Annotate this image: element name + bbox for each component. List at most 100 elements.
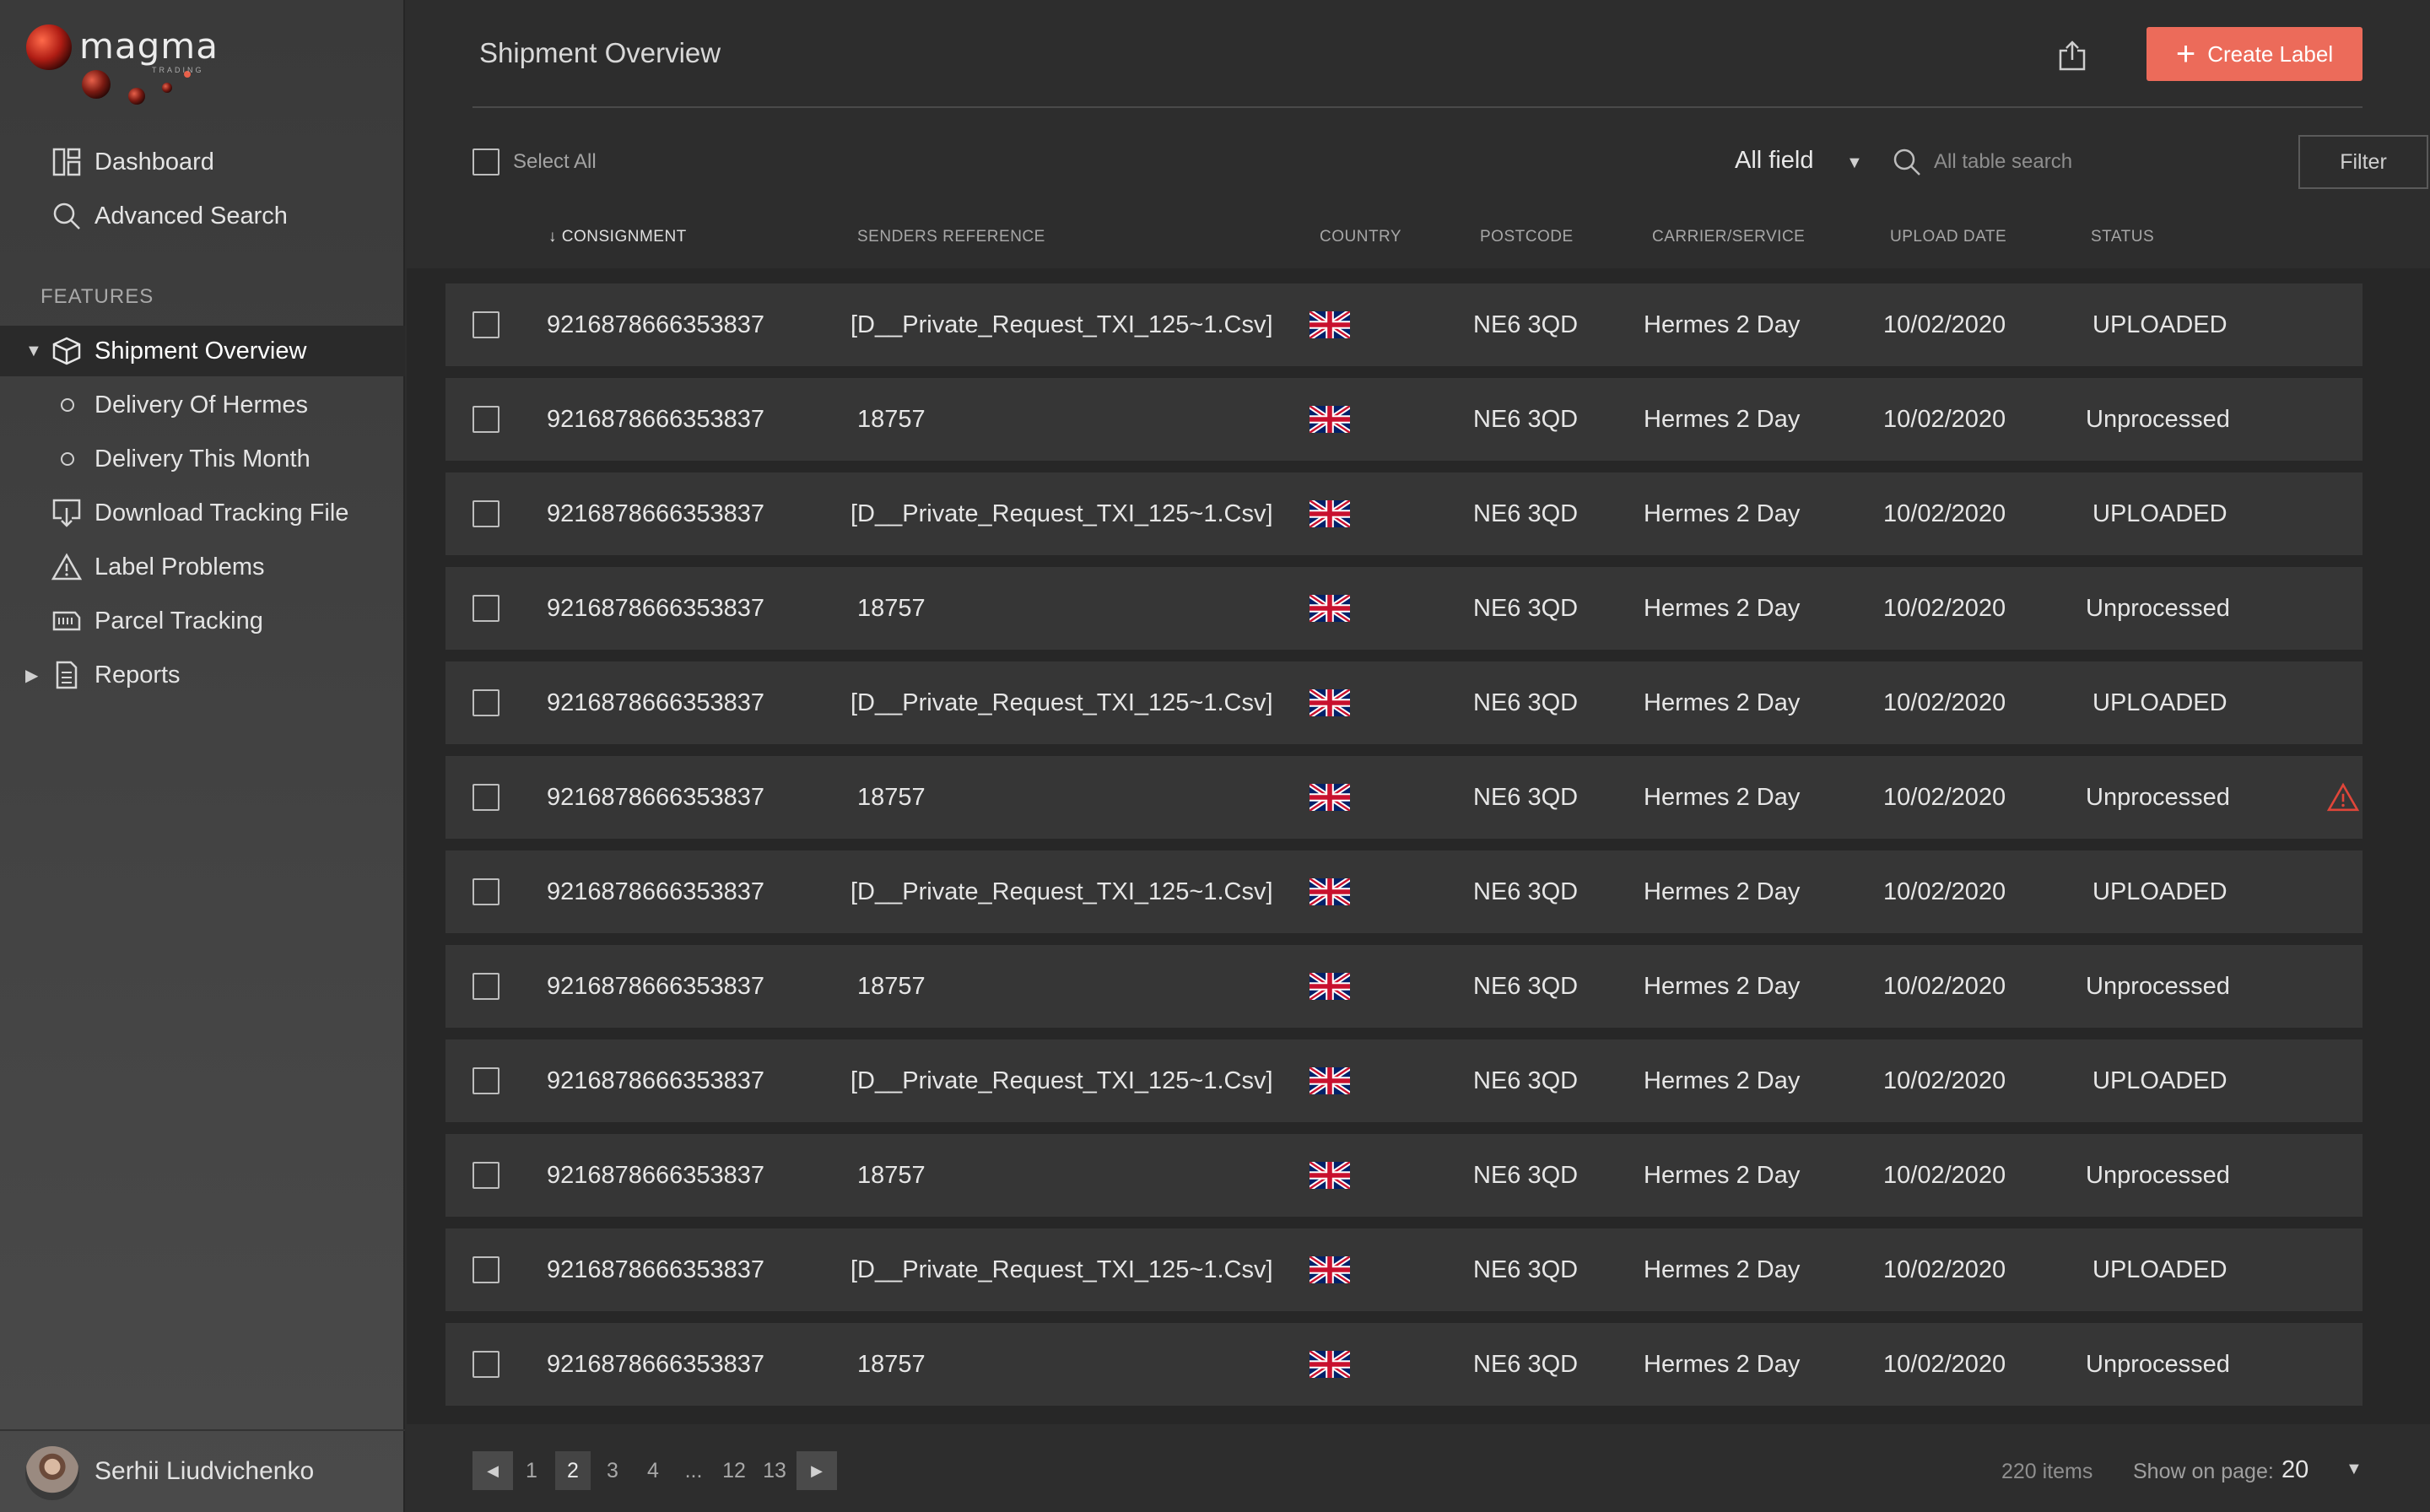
cell-upload-date: 10/02/2020: [1883, 1350, 2006, 1378]
sidebar-item-parcel-tracking[interactable]: Parcel Tracking: [0, 596, 405, 646]
page-button-current[interactable]: 2: [555, 1451, 591, 1490]
prev-page-button[interactable]: ◀: [472, 1451, 513, 1490]
column-header-senders-reference[interactable]: SENDERS REFERENCE: [857, 228, 1045, 246]
page-button[interactable]: 4: [636, 1451, 670, 1490]
cell-senders-reference: 18757: [857, 1350, 926, 1378]
sidebar-item-label-problems[interactable]: Label Problems: [0, 542, 405, 592]
create-label-button[interactable]: + Create Label: [2146, 27, 2362, 81]
cell-consignment: 9216878666353837: [547, 688, 765, 716]
row-checkbox[interactable]: [472, 595, 500, 622]
column-header-status[interactable]: STATUS: [2091, 228, 2154, 246]
sidebar-item-delivery-of-hermes[interactable]: Delivery Of Hermes: [0, 380, 405, 430]
caret-down-icon[interactable]: ▼: [25, 342, 42, 361]
table-row[interactable]: 9216878666353837 [D__Private_Request_TXI_…: [446, 850, 2362, 933]
select-all[interactable]: Select All: [472, 148, 597, 176]
next-page-button[interactable]: ▶: [796, 1451, 837, 1490]
column-header-upload-date[interactable]: UPLOAD DATE: [1890, 228, 2006, 246]
cell-senders-reference: 18757: [857, 594, 926, 622]
table-search-input[interactable]: All table search: [1934, 150, 2072, 174]
warning-icon[interactable]: [2326, 781, 2360, 818]
row-checkbox[interactable]: [472, 406, 500, 433]
cell-carrier: Hermes 2 Day: [1644, 1350, 1801, 1378]
cell-carrier: Hermes 2 Day: [1644, 1256, 1801, 1283]
table-row[interactable]: 9216878666353837 18757 NE6 3QD Hermes 2 Day…: [446, 945, 2362, 1028]
table-row[interactable]: 9216878666353837 18757 NE6 3QD Hermes 2 Day…: [446, 1323, 2362, 1406]
table-row[interactable]: 9216878666353837 18757 NE6 3QD Hermes 2 Day…: [446, 567, 2362, 650]
page-size-select[interactable]: 20: [2282, 1456, 2308, 1484]
table-row[interactable]: 9216878666353837 [D__Private_Request_TXI_…: [446, 284, 2362, 366]
cell-senders-reference: [D__Private_Request_TXI_125~1.Csv]: [850, 1256, 1273, 1283]
cell-consignment: 9216878666353837: [547, 1161, 765, 1189]
page-button[interactable]: 1: [515, 1451, 548, 1490]
page-button[interactable]: 13: [758, 1451, 791, 1490]
cell-carrier: Hermes 2 Day: [1644, 405, 1801, 433]
flag-uk-icon: [1310, 756, 1350, 839]
user-profile[interactable]: Serhii Liudvichenko: [0, 1429, 405, 1512]
cell-consignment: 9216878666353837: [547, 783, 765, 811]
row-checkbox[interactable]: [472, 1162, 500, 1189]
sort-arrow-icon: ↓: [548, 228, 562, 246]
flag-uk-icon: [1310, 567, 1350, 650]
sidebar-item-reports[interactable]: ▶ Reports: [0, 650, 405, 700]
filter-button[interactable]: Filter: [2298, 135, 2428, 189]
table-row[interactable]: 9216878666353837 [D__Private_Request_TXI_…: [446, 472, 2362, 555]
export-button[interactable]: [2050, 35, 2094, 76]
sidebar-item-advanced-search[interactable]: Advanced Search: [0, 191, 405, 241]
row-checkbox[interactable]: [472, 1067, 500, 1094]
sidebar-item-shipment-overview[interactable]: ▼ Shipment Overview: [0, 326, 405, 376]
avatar[interactable]: [25, 1446, 79, 1500]
row-checkbox[interactable]: [472, 878, 500, 905]
cell-consignment: 9216878666353837: [547, 1350, 765, 1378]
table-row[interactable]: 9216878666353837 18757 NE6 3QD Hermes 2 Day…: [446, 756, 2362, 839]
table-row[interactable]: 9216878666353837 [D__Private_Request_TXI_…: [446, 1228, 2362, 1311]
sidebar-item-label: Delivery Of Hermes: [94, 391, 308, 418]
caret-right-icon[interactable]: ▶: [25, 665, 38, 686]
table-row[interactable]: 9216878666353837 [D__Private_Request_TXI_…: [446, 1040, 2362, 1122]
column-header-consignment[interactable]: ↓ CONSIGNMENT: [548, 228, 687, 246]
share-icon: [2059, 40, 2086, 71]
row-checkbox[interactable]: [472, 311, 500, 338]
select-all-checkbox[interactable]: [472, 148, 500, 176]
cell-postcode: NE6 3QD: [1473, 688, 1579, 716]
sidebar-item-delivery-this-month[interactable]: Delivery This Month: [0, 434, 405, 484]
row-checkbox[interactable]: [472, 1256, 500, 1283]
flag-uk-icon: [1310, 378, 1350, 461]
sidebar-item-label: Parcel Tracking: [94, 607, 263, 634]
column-header-carrier-service[interactable]: CARRIER/SERVICE: [1652, 228, 1805, 246]
magma-logo[interactable]: magma TRADING: [25, 22, 218, 115]
row-checkbox[interactable]: [472, 1351, 500, 1378]
cell-status: UPLOADED: [2092, 878, 2228, 905]
circle-icon: [61, 398, 74, 412]
cell-postcode: NE6 3QD: [1473, 1256, 1579, 1283]
page-button[interactable]: 3: [596, 1451, 629, 1490]
cell-postcode: NE6 3QD: [1473, 972, 1579, 1000]
column-header-country[interactable]: COUNTRY: [1320, 228, 1401, 246]
row-checkbox[interactable]: [472, 784, 500, 811]
cell-consignment: 9216878666353837: [547, 1066, 765, 1094]
field-select[interactable]: All field: [1735, 147, 1814, 175]
plus-icon: +: [2175, 35, 2196, 73]
sidebar-item-label: Shipment Overview: [94, 337, 307, 364]
table-row[interactable]: 9216878666353837 18757 NE6 3QD Hermes 2 Day…: [446, 378, 2362, 461]
sidebar-item-dashboard[interactable]: Dashboard: [0, 137, 405, 187]
sidebar: magma TRADING Dashboard Advanced Search …: [0, 0, 405, 1512]
features-section-label: FEATURES: [40, 285, 154, 308]
cell-senders-reference: 18757: [857, 972, 926, 1000]
page-button[interactable]: 12: [717, 1451, 751, 1490]
flag-uk-icon: [1310, 850, 1350, 933]
cell-consignment: 9216878666353837: [547, 878, 765, 905]
row-checkbox[interactable]: [472, 500, 500, 527]
page-size-label: Show on page:: [2133, 1460, 2274, 1483]
sidebar-item-download-tracking-file[interactable]: Download Tracking File: [0, 488, 405, 538]
cell-consignment: 9216878666353837: [547, 972, 765, 1000]
table-row[interactable]: 9216878666353837 18757 NE6 3QD Hermes 2 Day…: [446, 1134, 2362, 1217]
row-checkbox[interactable]: [472, 973, 500, 1000]
flag-uk-icon: [1310, 945, 1350, 1028]
cell-carrier: Hermes 2 Day: [1644, 1161, 1801, 1189]
chevron-down-icon[interactable]: ▼: [1846, 154, 1863, 173]
row-checkbox[interactable]: [472, 689, 500, 716]
flag-uk-icon: [1310, 284, 1350, 366]
chevron-down-icon[interactable]: ▼: [2346, 1460, 2362, 1479]
table-row[interactable]: 9216878666353837 [D__Private_Request_TXI_…: [446, 662, 2362, 744]
column-header-postcode[interactable]: POSTCODE: [1480, 228, 1574, 246]
